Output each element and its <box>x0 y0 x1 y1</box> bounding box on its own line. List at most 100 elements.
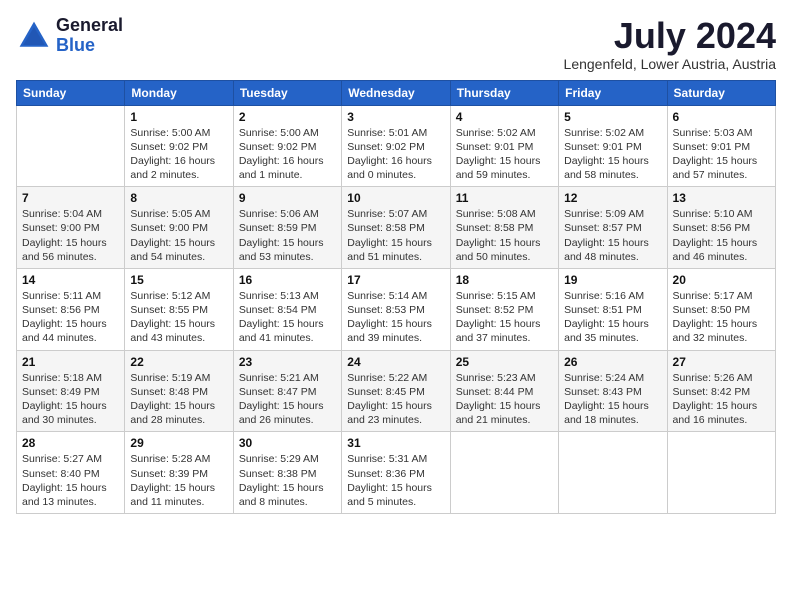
day-info: Sunrise: 5:27 AMSunset: 8:40 PMDaylight:… <box>22 452 119 509</box>
day-number: 10 <box>347 191 444 205</box>
page-header: GeneralBlue July 2024 Lengenfeld, Lower … <box>16 16 776 72</box>
day-info: Sunrise: 5:17 AMSunset: 8:50 PMDaylight:… <box>673 289 770 346</box>
day-number: 26 <box>564 355 661 369</box>
table-row: 2 Sunrise: 5:00 AMSunset: 9:02 PMDayligh… <box>233 105 341 187</box>
logo: GeneralBlue <box>16 16 123 56</box>
col-sunday: Sunday <box>17 80 125 105</box>
table-row: 20 Sunrise: 5:17 AMSunset: 8:50 PMDaylig… <box>667 268 775 350</box>
day-info: Sunrise: 5:06 AMSunset: 8:59 PMDaylight:… <box>239 207 336 264</box>
table-row <box>667 432 775 514</box>
table-row: 17 Sunrise: 5:14 AMSunset: 8:53 PMDaylig… <box>342 268 450 350</box>
title-block: July 2024 Lengenfeld, Lower Austria, Aus… <box>564 16 776 72</box>
day-info: Sunrise: 5:26 AMSunset: 8:42 PMDaylight:… <box>673 371 770 428</box>
table-row: 29 Sunrise: 5:28 AMSunset: 8:39 PMDaylig… <box>125 432 233 514</box>
table-row: 15 Sunrise: 5:12 AMSunset: 8:55 PMDaylig… <box>125 268 233 350</box>
table-row: 13 Sunrise: 5:10 AMSunset: 8:56 PMDaylig… <box>667 187 775 269</box>
day-info: Sunrise: 5:18 AMSunset: 8:49 PMDaylight:… <box>22 371 119 428</box>
day-info: Sunrise: 5:07 AMSunset: 8:58 PMDaylight:… <box>347 207 444 264</box>
table-row: 19 Sunrise: 5:16 AMSunset: 8:51 PMDaylig… <box>559 268 667 350</box>
logo-text: GeneralBlue <box>56 16 123 56</box>
day-info: Sunrise: 5:21 AMSunset: 8:47 PMDaylight:… <box>239 371 336 428</box>
day-info: Sunrise: 5:15 AMSunset: 8:52 PMDaylight:… <box>456 289 553 346</box>
day-number: 17 <box>347 273 444 287</box>
col-monday: Monday <box>125 80 233 105</box>
table-row: 21 Sunrise: 5:18 AMSunset: 8:49 PMDaylig… <box>17 350 125 432</box>
col-thursday: Thursday <box>450 80 558 105</box>
table-row <box>450 432 558 514</box>
table-row <box>17 105 125 187</box>
day-info: Sunrise: 5:29 AMSunset: 8:38 PMDaylight:… <box>239 452 336 509</box>
day-number: 24 <box>347 355 444 369</box>
table-row: 10 Sunrise: 5:07 AMSunset: 8:58 PMDaylig… <box>342 187 450 269</box>
calendar-week-row: 21 Sunrise: 5:18 AMSunset: 8:49 PMDaylig… <box>17 350 776 432</box>
table-row: 12 Sunrise: 5:09 AMSunset: 8:57 PMDaylig… <box>559 187 667 269</box>
day-number: 13 <box>673 191 770 205</box>
col-wednesday: Wednesday <box>342 80 450 105</box>
day-number: 25 <box>456 355 553 369</box>
table-row: 27 Sunrise: 5:26 AMSunset: 8:42 PMDaylig… <box>667 350 775 432</box>
day-info: Sunrise: 5:00 AMSunset: 9:02 PMDaylight:… <box>130 126 227 183</box>
day-info: Sunrise: 5:14 AMSunset: 8:53 PMDaylight:… <box>347 289 444 346</box>
day-info: Sunrise: 5:28 AMSunset: 8:39 PMDaylight:… <box>130 452 227 509</box>
table-row: 24 Sunrise: 5:22 AMSunset: 8:45 PMDaylig… <box>342 350 450 432</box>
day-number: 28 <box>22 436 119 450</box>
day-number: 29 <box>130 436 227 450</box>
day-number: 23 <box>239 355 336 369</box>
table-row: 26 Sunrise: 5:24 AMSunset: 8:43 PMDaylig… <box>559 350 667 432</box>
table-row: 11 Sunrise: 5:08 AMSunset: 8:58 PMDaylig… <box>450 187 558 269</box>
day-number: 6 <box>673 110 770 124</box>
table-row: 22 Sunrise: 5:19 AMSunset: 8:48 PMDaylig… <box>125 350 233 432</box>
day-number: 4 <box>456 110 553 124</box>
calendar-week-row: 28 Sunrise: 5:27 AMSunset: 8:40 PMDaylig… <box>17 432 776 514</box>
table-row: 28 Sunrise: 5:27 AMSunset: 8:40 PMDaylig… <box>17 432 125 514</box>
day-info: Sunrise: 5:11 AMSunset: 8:56 PMDaylight:… <box>22 289 119 346</box>
day-info: Sunrise: 5:05 AMSunset: 9:00 PMDaylight:… <box>130 207 227 264</box>
day-number: 12 <box>564 191 661 205</box>
day-info: Sunrise: 5:04 AMSunset: 9:00 PMDaylight:… <box>22 207 119 264</box>
day-info: Sunrise: 5:01 AMSunset: 9:02 PMDaylight:… <box>347 126 444 183</box>
calendar-week-row: 14 Sunrise: 5:11 AMSunset: 8:56 PMDaylig… <box>17 268 776 350</box>
day-number: 5 <box>564 110 661 124</box>
table-row: 8 Sunrise: 5:05 AMSunset: 9:00 PMDayligh… <box>125 187 233 269</box>
month-year: July 2024 <box>564 16 776 56</box>
day-number: 7 <box>22 191 119 205</box>
day-info: Sunrise: 5:13 AMSunset: 8:54 PMDaylight:… <box>239 289 336 346</box>
calendar: Sunday Monday Tuesday Wednesday Thursday… <box>16 80 776 514</box>
col-tuesday: Tuesday <box>233 80 341 105</box>
day-number: 27 <box>673 355 770 369</box>
calendar-week-row: 7 Sunrise: 5:04 AMSunset: 9:00 PMDayligh… <box>17 187 776 269</box>
day-number: 3 <box>347 110 444 124</box>
day-info: Sunrise: 5:10 AMSunset: 8:56 PMDaylight:… <box>673 207 770 264</box>
table-row: 16 Sunrise: 5:13 AMSunset: 8:54 PMDaylig… <box>233 268 341 350</box>
day-number: 8 <box>130 191 227 205</box>
table-row: 9 Sunrise: 5:06 AMSunset: 8:59 PMDayligh… <box>233 187 341 269</box>
day-info: Sunrise: 5:08 AMSunset: 8:58 PMDaylight:… <box>456 207 553 264</box>
day-info: Sunrise: 5:03 AMSunset: 9:01 PMDaylight:… <box>673 126 770 183</box>
day-info: Sunrise: 5:02 AMSunset: 9:01 PMDaylight:… <box>564 126 661 183</box>
table-row: 3 Sunrise: 5:01 AMSunset: 9:02 PMDayligh… <box>342 105 450 187</box>
day-info: Sunrise: 5:12 AMSunset: 8:55 PMDaylight:… <box>130 289 227 346</box>
table-row: 6 Sunrise: 5:03 AMSunset: 9:01 PMDayligh… <box>667 105 775 187</box>
day-number: 14 <box>22 273 119 287</box>
table-row: 5 Sunrise: 5:02 AMSunset: 9:01 PMDayligh… <box>559 105 667 187</box>
table-row: 25 Sunrise: 5:23 AMSunset: 8:44 PMDaylig… <box>450 350 558 432</box>
table-row: 14 Sunrise: 5:11 AMSunset: 8:56 PMDaylig… <box>17 268 125 350</box>
table-row: 30 Sunrise: 5:29 AMSunset: 8:38 PMDaylig… <box>233 432 341 514</box>
table-row: 31 Sunrise: 5:31 AMSunset: 8:36 PMDaylig… <box>342 432 450 514</box>
day-number: 19 <box>564 273 661 287</box>
day-number: 22 <box>130 355 227 369</box>
col-saturday: Saturday <box>667 80 775 105</box>
location: Lengenfeld, Lower Austria, Austria <box>564 56 776 72</box>
day-info: Sunrise: 5:16 AMSunset: 8:51 PMDaylight:… <box>564 289 661 346</box>
table-row: 7 Sunrise: 5:04 AMSunset: 9:00 PMDayligh… <box>17 187 125 269</box>
day-info: Sunrise: 5:19 AMSunset: 8:48 PMDaylight:… <box>130 371 227 428</box>
table-row: 23 Sunrise: 5:21 AMSunset: 8:47 PMDaylig… <box>233 350 341 432</box>
day-info: Sunrise: 5:22 AMSunset: 8:45 PMDaylight:… <box>347 371 444 428</box>
day-number: 16 <box>239 273 336 287</box>
day-info: Sunrise: 5:00 AMSunset: 9:02 PMDaylight:… <box>239 126 336 183</box>
day-number: 31 <box>347 436 444 450</box>
col-friday: Friday <box>559 80 667 105</box>
table-row: 18 Sunrise: 5:15 AMSunset: 8:52 PMDaylig… <box>450 268 558 350</box>
day-info: Sunrise: 5:24 AMSunset: 8:43 PMDaylight:… <box>564 371 661 428</box>
day-number: 15 <box>130 273 227 287</box>
